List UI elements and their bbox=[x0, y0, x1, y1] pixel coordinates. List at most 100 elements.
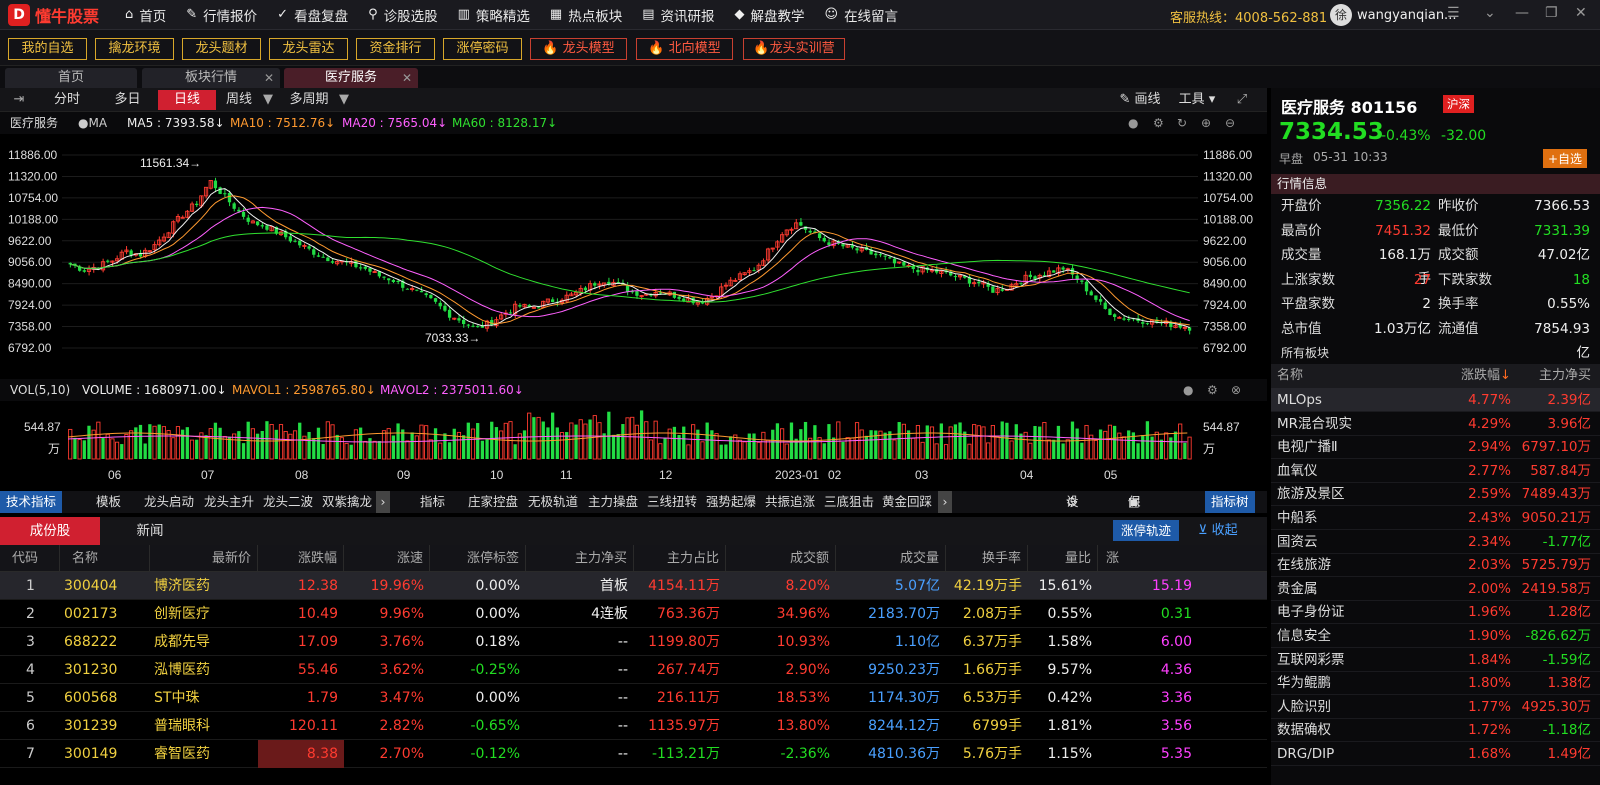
tab-constituents[interactable]: 成份股 bbox=[0, 517, 100, 545]
training-camp-button[interactable]: 🔥龙头实训营 bbox=[743, 38, 845, 60]
indicator-item[interactable]: 龙头二波 bbox=[263, 491, 313, 513]
chevron-right-icon[interactable]: › bbox=[376, 491, 390, 513]
col-header[interactable]: 换手率 bbox=[946, 545, 1028, 572]
zoom-in-icon[interactable]: ⊕ bbox=[1201, 112, 1211, 134]
chevron-right-icon[interactable]: › bbox=[938, 491, 952, 513]
chevron-down-icon[interactable]: ⌄ bbox=[1484, 5, 1496, 21]
collapse-button[interactable]: ⊻ 收起 bbox=[1198, 520, 1238, 541]
nav-teaching[interactable]: ◆ 解盘教学 bbox=[725, 0, 815, 30]
nav-research[interactable]: ▤ 资讯研报 bbox=[632, 0, 724, 30]
info-icon[interactable]: ● bbox=[1183, 379, 1193, 401]
fund-rank-button[interactable]: 资金排行 bbox=[356, 38, 435, 60]
indicator-item[interactable]: 三底狙击 bbox=[824, 491, 874, 513]
col-header[interactable]: 成交量 bbox=[836, 545, 946, 572]
sector-row[interactable]: 人脸识别 1.77% 4925.30万 bbox=[1271, 695, 1600, 719]
leader-model-button[interactable]: 🔥 龙头模型 bbox=[530, 38, 627, 60]
nav-diagnose[interactable]: ⚲ 诊股选股 bbox=[358, 0, 448, 30]
sector-row[interactable]: 在线旅游 2.03% 5725.79万 bbox=[1271, 553, 1600, 578]
north-model-button[interactable]: 🔥 北向模型 bbox=[636, 38, 733, 60]
tab-news[interactable]: 新闻 bbox=[100, 517, 200, 545]
col-header[interactable]: 最新价 bbox=[150, 545, 258, 572]
sector-row[interactable]: 贵金属 2.00% 2419.58万 bbox=[1271, 577, 1600, 601]
tab-sector-quotes[interactable]: 板块行情 ✕ bbox=[142, 68, 280, 88]
table-row[interactable]: 6 301239 普瑞眼科 120.11 2.82% -0.65% -- 1135.97万 13… bbox=[0, 712, 1267, 740]
sector-row[interactable]: 国资云 2.34% -1.77亿 bbox=[1271, 530, 1600, 554]
chevron-down-icon[interactable]: ▼ bbox=[260, 90, 276, 110]
nav-hot-sectors[interactable]: ▦ 热点板块 bbox=[540, 0, 632, 30]
col-header[interactable]: 主力净买 bbox=[526, 545, 634, 572]
gear-icon[interactable]: ⚙ bbox=[1207, 379, 1218, 401]
limit-code-button[interactable]: 涨停密码 bbox=[443, 38, 522, 60]
gear-icon[interactable]: ⚙ bbox=[1153, 112, 1164, 134]
col-header[interactable]: 涨停标签 bbox=[430, 545, 526, 572]
dragon-env-button[interactable]: 擒龙环境 bbox=[95, 38, 174, 60]
tab-medical-service[interactable]: 医疗服务 ✕ bbox=[284, 68, 418, 88]
indicator-item[interactable]: 庄家控盘 bbox=[468, 491, 518, 513]
add-watchlist-button[interactable]: +自选 bbox=[1543, 149, 1588, 168]
col-header[interactable]: 量比 bbox=[1028, 545, 1098, 572]
sector-row[interactable]: MR混合现实 4.29% 3.96亿 bbox=[1271, 412, 1600, 436]
refresh-icon[interactable]: ↻ bbox=[1177, 112, 1187, 134]
sector-row[interactable]: 信息安全 1.90% -826.62万 bbox=[1271, 624, 1600, 648]
table-row[interactable]: 1 300404 博济医药 12.38 19.96% 0.00% 首板 4154.11万 8.2… bbox=[0, 572, 1267, 600]
tab-home[interactable]: 首页 bbox=[5, 68, 137, 88]
col-change[interactable]: 涨跌幅↓ bbox=[1461, 364, 1511, 388]
sector-row[interactable]: 华为鲲鹏 1.80% 1.38亿 bbox=[1271, 671, 1600, 696]
sector-row[interactable]: 旅游及景区 2.59% 7489.43万 bbox=[1271, 482, 1600, 507]
indicator-tree-button[interactable]: 指标树 bbox=[1205, 491, 1255, 513]
period-daily[interactable]: 日线 bbox=[158, 90, 216, 110]
watchlist-button[interactable]: 我的自选 bbox=[8, 38, 87, 60]
indicator-item[interactable]: 主力操盘 bbox=[588, 491, 638, 513]
sector-row[interactable]: 电视广播Ⅱ 2.94% 6797.10万 bbox=[1271, 435, 1600, 460]
col-header[interactable]: 涨速 bbox=[344, 545, 430, 572]
period-weekly[interactable]: 周线 bbox=[220, 90, 258, 110]
indicator-item[interactable]: 龙头主升 bbox=[204, 491, 254, 513]
sector-row[interactable]: MLOps 4.77% 2.39亿 bbox=[1271, 388, 1600, 412]
col-header[interactable]: 代码 bbox=[0, 545, 60, 572]
nav-message[interactable]: ☺ 在线留言 bbox=[815, 0, 909, 30]
limit-track-button[interactable]: 涨停轨迹 bbox=[1113, 520, 1180, 541]
indicator-item[interactable]: 龙头启动 bbox=[144, 491, 194, 513]
table-row[interactable]: 2 002173 创新医疗 10.49 9.96% 0.00% 4连板 763.36万 34.9… bbox=[0, 600, 1267, 628]
sector-row[interactable]: 数据确权 1.72% -1.18亿 bbox=[1271, 718, 1600, 743]
indicator-item[interactable]: 三线扭转 bbox=[647, 491, 697, 513]
close-tab-icon[interactable]: ✕ bbox=[402, 68, 412, 88]
col-header[interactable]: 涨跌幅 bbox=[258, 545, 344, 572]
indicator-template[interactable]: 模板 bbox=[96, 491, 121, 513]
tools-dropdown[interactable]: 工具 ▾ bbox=[1172, 90, 1222, 110]
leader-radar-button[interactable]: 龙头雷达 bbox=[269, 38, 348, 60]
indicator-item[interactable]: 双紫擒龙 bbox=[322, 491, 372, 513]
draw-line-button[interactable]: ✎ 画线 bbox=[1110, 90, 1170, 110]
nav-home[interactable]: ⌂ 首页 bbox=[115, 0, 176, 30]
nav-quotes[interactable]: ✎ 行情报价 bbox=[176, 0, 267, 30]
table-row[interactable]: 5 600568 ST中珠 1.79 3.47% 0.00% -- 216.11万 18.53%… bbox=[0, 684, 1267, 712]
fullscreen-icon[interactable]: ⤢ bbox=[1232, 90, 1252, 110]
ma-toggle[interactable]: ● MA bbox=[78, 112, 107, 134]
restore-icon[interactable]: ❐ bbox=[1545, 5, 1558, 21]
period-multiday[interactable]: 多日 bbox=[100, 90, 155, 110]
sector-row[interactable]: 血氧仪 2.77% 587.84万 bbox=[1271, 459, 1600, 483]
nav-strategy[interactable]: ▥ 策略精选 bbox=[448, 0, 540, 30]
col-header[interactable]: 成交额 bbox=[726, 545, 836, 572]
period-multi[interactable]: 多周期 bbox=[284, 90, 334, 110]
col-header[interactable]: 名称 bbox=[60, 545, 150, 572]
col-name[interactable]: 名称 bbox=[1277, 364, 1303, 388]
nav-review[interactable]: ✓ 看盘复盘 bbox=[267, 0, 358, 30]
sector-row[interactable]: DRG/DIP 1.68% 1.49亿 bbox=[1271, 742, 1600, 766]
minimize-icon[interactable]: — bbox=[1515, 5, 1529, 21]
table-row[interactable]: 4 301230 泓博医药 55.46 3.62% -0.25% -- 267.74万 2.90… bbox=[0, 656, 1267, 684]
menu-icon[interactable]: ☰ bbox=[1447, 5, 1460, 21]
brand-logo[interactable]: D 懂牛股票 bbox=[0, 3, 115, 27]
indicator-item[interactable]: 强势起爆 bbox=[706, 491, 756, 513]
sector-row[interactable]: 互联网彩票 1.84% -1.59亿 bbox=[1271, 648, 1600, 672]
chevron-down-icon[interactable]: ▼ bbox=[336, 90, 352, 110]
volume-chart[interactable]: 544.87 万 544.87 万 06 07 08 09 10 11 12 2023-01 02 03 0… bbox=[0, 401, 1267, 491]
collapse-icon[interactable]: ⇥ bbox=[6, 90, 32, 110]
close-tab-icon[interactable]: ✕ bbox=[264, 68, 274, 88]
zoom-out-icon[interactable]: ⊖ bbox=[1225, 112, 1235, 134]
tech-indicator-tab[interactable]: 技术指标 bbox=[0, 491, 63, 513]
info-icon[interactable]: ● bbox=[1128, 112, 1138, 134]
sector-row[interactable]: 中船系 2.43% 9050.21万 bbox=[1271, 506, 1600, 530]
indicator-item[interactable]: 黄金回踩 bbox=[882, 491, 932, 513]
close-icon[interactable]: ⊗ bbox=[1231, 379, 1241, 401]
